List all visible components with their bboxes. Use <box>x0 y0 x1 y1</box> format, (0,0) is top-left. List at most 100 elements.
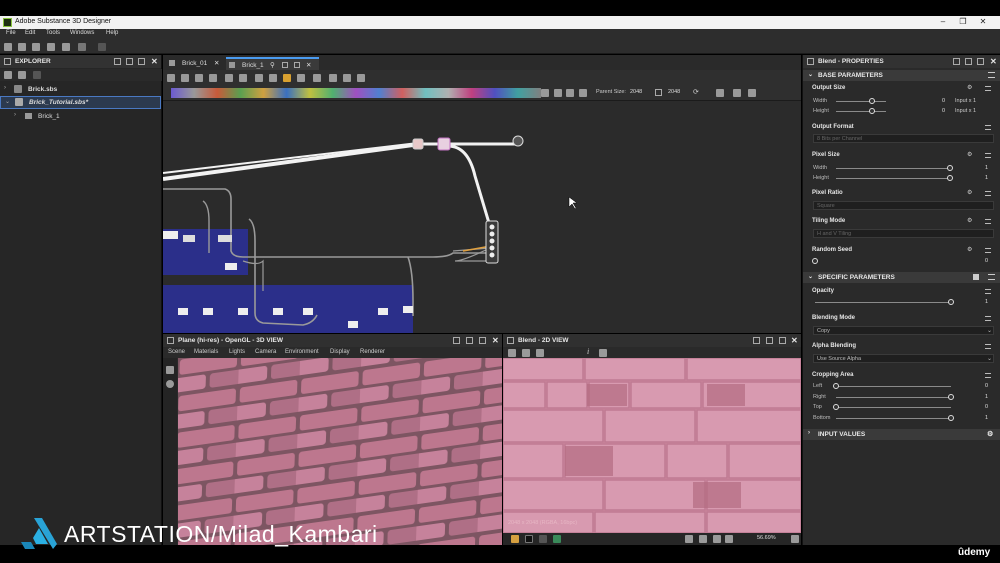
checker-bg-icon[interactable] <box>539 535 547 543</box>
inherit-icon[interactable]: ⚙ <box>967 151 972 158</box>
crop-bottom-knob[interactable] <box>948 414 954 421</box>
crop-top-slider[interactable] <box>836 407 951 408</box>
float-icon[interactable] <box>282 62 288 68</box>
crop-bottom-value[interactable]: 1 <box>976 415 988 421</box>
output-width-value[interactable]: 0 <box>933 98 945 104</box>
save-icon[interactable] <box>62 43 70 51</box>
tab-close-icon[interactable]: ✕ <box>306 61 311 69</box>
maximize-panel-icon[interactable] <box>479 337 486 344</box>
pin-icon[interactable] <box>753 337 760 344</box>
tree-item-brick-sbs[interactable]: › Brick.sbs <box>0 83 161 96</box>
new-package-icon[interactable] <box>18 43 26 51</box>
output-node[interactable] <box>512 135 524 147</box>
close-panel-icon[interactable]: ✕ <box>990 57 997 66</box>
align-icon[interactable] <box>255 74 263 82</box>
fit-icon[interactable] <box>181 74 189 82</box>
reset-icon[interactable] <box>985 125 991 130</box>
minimize-icon[interactable]: – <box>936 17 950 28</box>
copy-icon[interactable] <box>536 349 544 357</box>
pin-node-icon[interactable] <box>313 74 321 82</box>
output-height-slider[interactable] <box>836 111 886 112</box>
maximize-icon[interactable]: ❐ <box>956 17 970 28</box>
channels-icon[interactable] <box>511 535 519 543</box>
search-icon[interactable] <box>225 74 233 82</box>
menu-scene[interactable]: Scene <box>168 349 185 355</box>
tab-brick-1[interactable]: Brick_1 ⚲ ✕ <box>226 57 319 70</box>
zoom-level[interactable]: 56.69% <box>757 535 776 541</box>
person-icon[interactable] <box>716 89 724 97</box>
pixel-width-slider[interactable] <box>836 168 951 169</box>
menu-windows[interactable]: Windows <box>70 30 94 36</box>
tab-close-icon[interactable]: ✕ <box>214 59 219 67</box>
zoom-out-icon[interactable] <box>725 535 733 543</box>
tab-brick-01[interactable]: Brick_01 ✕ <box>166 57 224 70</box>
reset-icon[interactable] <box>985 316 991 321</box>
crop-top-value[interactable]: 0 <box>976 404 988 410</box>
reset-icon[interactable] <box>985 248 991 253</box>
gear-icon[interactable]: ⚙ <box>987 430 993 438</box>
distribute-icon[interactable] <box>269 74 277 82</box>
parent-size-value[interactable]: 2048 <box>630 89 642 95</box>
output-size-value[interactable]: 2048 <box>668 89 680 95</box>
inherit-icon[interactable]: ⚙ <box>967 189 972 196</box>
node-graph-canvas[interactable] <box>163 101 801 333</box>
float-icon[interactable] <box>126 58 133 65</box>
opacity-slider[interactable] <box>815 302 952 303</box>
grid-icon[interactable] <box>343 74 351 82</box>
inherit-icon[interactable]: ⚙ <box>967 217 972 224</box>
snapshot-icon[interactable] <box>566 89 574 97</box>
pin-icon[interactable] <box>114 58 121 65</box>
menu-tools[interactable]: Tools <box>46 30 60 36</box>
pixel-height-value[interactable]: 1 <box>976 175 988 181</box>
maximize-panel-icon[interactable] <box>779 337 786 344</box>
maximize-panel-icon[interactable] <box>977 58 984 65</box>
random-seed-value[interactable]: 0 <box>976 258 988 264</box>
import-icon[interactable] <box>32 43 40 51</box>
specific-parameters-header[interactable]: ⌄ SPECIFIC PARAMETERS <box>803 272 1000 283</box>
collapse-arrow-icon[interactable]: ⌄ <box>5 98 10 105</box>
tree-item-brick-1[interactable]: › Brick_1 <box>0 110 161 123</box>
pin-icon[interactable] <box>453 337 460 344</box>
info-icon[interactable] <box>209 74 217 82</box>
open-package-icon[interactable] <box>18 71 26 79</box>
new-graph-icon[interactable] <box>4 43 12 51</box>
menu-materials[interactable]: Materials <box>194 349 218 355</box>
tree-icon[interactable] <box>748 89 756 97</box>
tree-item-brick-tutorial[interactable]: ⌄ Brick_Tutorial.sbs* <box>0 96 161 109</box>
black-bg-icon[interactable] <box>525 535 533 543</box>
link-size-icon[interactable] <box>655 89 662 96</box>
graph-node[interactable] <box>412 138 424 150</box>
float-icon[interactable] <box>466 337 473 344</box>
output-format-dropdown[interactable]: 8 Bits per Channel <box>813 134 994 143</box>
output-height-value[interactable]: 0 <box>933 108 945 114</box>
close-panel-icon[interactable]: ✕ <box>492 336 499 345</box>
pin-icon[interactable] <box>953 58 960 65</box>
menu-icon[interactable] <box>988 274 995 280</box>
opacity-knob[interactable] <box>948 299 954 305</box>
reset-icon[interactable]: ⟳ <box>693 88 699 96</box>
menu-file[interactable]: File <box>6 30 16 36</box>
menu-lights[interactable]: Lights <box>229 349 245 355</box>
reset-icon[interactable] <box>985 86 991 91</box>
menu-icon[interactable] <box>988 72 995 78</box>
switch-icon[interactable] <box>733 89 741 97</box>
pixel-height-knob[interactable] <box>947 175 953 181</box>
reset-icon[interactable] <box>985 344 991 349</box>
pixel-ratio-dropdown[interactable]: Square <box>813 201 994 210</box>
menu-display[interactable]: Display <box>330 349 350 355</box>
frame-icon[interactable] <box>167 74 175 82</box>
crop-right-knob[interactable] <box>948 393 954 400</box>
maximize-panel-icon[interactable] <box>138 58 145 65</box>
histogram-icon[interactable] <box>599 349 607 357</box>
fit-icon[interactable] <box>699 535 707 543</box>
float-icon[interactable] <box>965 58 972 65</box>
2d-viewport[interactable] <box>503 358 801 533</box>
output-height-mode[interactable]: Input x 1 <box>955 108 976 114</box>
collapse-arrow-icon[interactable]: ⌄ <box>808 71 813 78</box>
output-width-mode[interactable]: Input x 1 <box>955 98 976 104</box>
reset-icon[interactable] <box>985 373 991 378</box>
atomic-node-icons[interactable] <box>171 88 541 98</box>
crop-left-value[interactable]: 0 <box>976 383 988 389</box>
lock-icon[interactable] <box>791 535 799 543</box>
output-height-knob[interactable] <box>869 108 875 114</box>
